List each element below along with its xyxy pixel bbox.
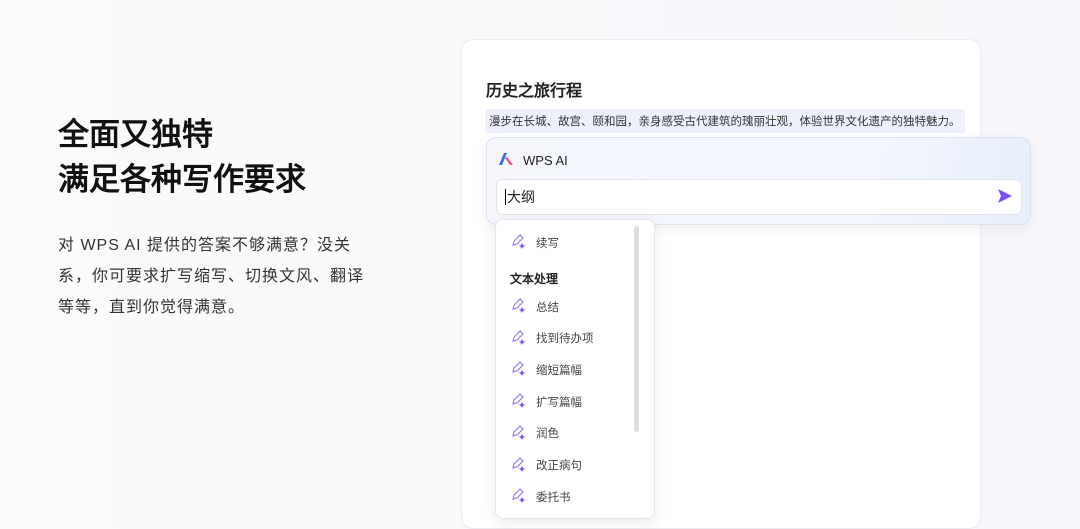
menu-item[interactable]: 润色 <box>510 424 559 443</box>
wps-ai-panel: WPS AI 大纲 <box>486 137 1031 225</box>
hero: 全面又独特满足各种写作要求 对 WPS AI 提供的答案不够满意？没关系，你可要… <box>58 112 368 323</box>
menu-item[interactable]: 扩写篇幅 <box>510 392 582 411</box>
command-menu: 续写文本处理总结找到待办项缩短篇幅扩写篇幅润色改正病句委托书 <box>495 219 655 519</box>
ai-pen-icon <box>510 392 526 411</box>
ai-prompt-value: 大纲 <box>507 189 535 205</box>
hero-title-line2: 满足各种写作要求 <box>58 162 306 197</box>
ai-pen-icon <box>510 487 526 506</box>
menu-item-label: 扩写篇幅 <box>536 396 582 409</box>
ai-pen-icon <box>510 360 526 379</box>
menu-item[interactable]: 缩短篇幅 <box>510 360 582 379</box>
hero-description: 对 WPS AI 提供的答案不够满意？没关系，你可要求扩写缩写、切换文风、翻译等… <box>58 237 365 316</box>
menu-item[interactable]: 改正病句 <box>510 456 582 475</box>
ai-pen-icon <box>510 297 526 316</box>
wps-ai-label: WPS AI <box>523 153 568 168</box>
ai-pen-icon <box>510 424 526 443</box>
menu-item-label: 总结 <box>536 301 559 314</box>
menu-item-label: 改正病句 <box>536 460 582 472</box>
wps-ai-logo-icon <box>498 152 515 169</box>
menu-item-continue-writing[interactable]: 续写 <box>510 233 559 252</box>
ai-pen-icon <box>510 329 526 348</box>
hero-title-line1: 全面又独特 <box>58 117 213 152</box>
menu-scrollbar[interactable] <box>634 226 639 432</box>
menu-item[interactable]: 总结 <box>510 297 559 316</box>
ai-pen-icon <box>510 456 526 475</box>
menu-section-heading: 文本处理 <box>510 272 559 286</box>
document-title: 历史之旅行程 <box>486 83 583 100</box>
menu-item[interactable]: 找到待办项 <box>510 329 594 348</box>
menu-item-label: 续写 <box>536 237 559 250</box>
menu-item-label: 缩短篇幅 <box>536 364 582 377</box>
ai-prompt-input[interactable]: 大纲 <box>496 179 1022 215</box>
menu-item-label: 找到待办项 <box>536 333 594 346</box>
ai-pen-icon <box>510 233 526 252</box>
menu-item[interactable]: 委托书 <box>510 487 571 506</box>
menu-item-label: 委托书 <box>536 491 571 504</box>
send-icon[interactable] <box>997 188 1013 207</box>
highlighted-text[interactable]: 漫步在长城、故宫、颐和园，亲身感受古代建筑的瑰丽壮观，体验世界文化遗产的独特魅力… <box>485 109 965 133</box>
menu-item-label: 润色 <box>536 428 559 441</box>
